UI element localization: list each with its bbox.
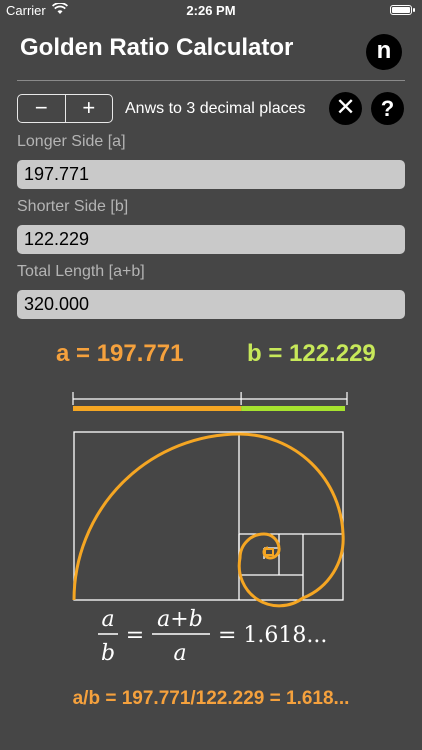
- battery-icon: [390, 5, 415, 15]
- formula-num-right: a+b: [157, 607, 203, 632]
- longer-side-label: Longer Side [a]: [17, 133, 126, 150]
- shorter-side-label: Shorter Side [b]: [17, 198, 129, 215]
- divider: [17, 80, 405, 81]
- decimal-stepper[interactable]: − +: [17, 94, 113, 123]
- clock: 2:26 PM: [186, 3, 236, 18]
- decimal-places-label: Anws to 3 decimal places: [125, 100, 306, 117]
- formula-result: = 1.618...: [218, 623, 327, 648]
- help-button[interactable]: ?: [371, 92, 404, 125]
- result-a: a = 197.771: [56, 340, 184, 367]
- formula-num-left: a: [101, 607, 114, 632]
- decrement-button[interactable]: −: [18, 95, 65, 122]
- logo-button[interactable]: n: [366, 34, 402, 70]
- formula-den-left: b: [101, 641, 115, 666]
- longer-side-input[interactable]: 197.771: [17, 160, 405, 189]
- increment-button[interactable]: +: [64, 95, 113, 122]
- ratio-result: a/b = 197.771/122.229 = 1.618...: [72, 688, 350, 709]
- shorter-side-input[interactable]: 122.229: [17, 225, 405, 254]
- close-icon: ✕: [335, 94, 356, 121]
- clear-button[interactable]: ✕: [329, 92, 362, 125]
- segment-a-bar: [73, 406, 242, 411]
- page-title: Golden Ratio Calculator: [20, 34, 294, 61]
- result-b: b = 122.229: [247, 340, 376, 367]
- segment-b-bar: [241, 406, 345, 411]
- total-length-label: Total Length [a+b]: [17, 263, 145, 280]
- ratio-formula: a b = a+b a = 1.618...: [98, 607, 327, 666]
- total-length-input[interactable]: 320.000: [17, 290, 405, 319]
- formula-equals: =: [126, 623, 144, 648]
- formula-den-right: a: [173, 641, 186, 666]
- scale-bar: [72, 392, 348, 411]
- status-bar: Carrier 2:26 PM: [0, 0, 422, 22]
- golden-ratio-diagram: a b = a+b a = 1.618...: [72, 392, 348, 666]
